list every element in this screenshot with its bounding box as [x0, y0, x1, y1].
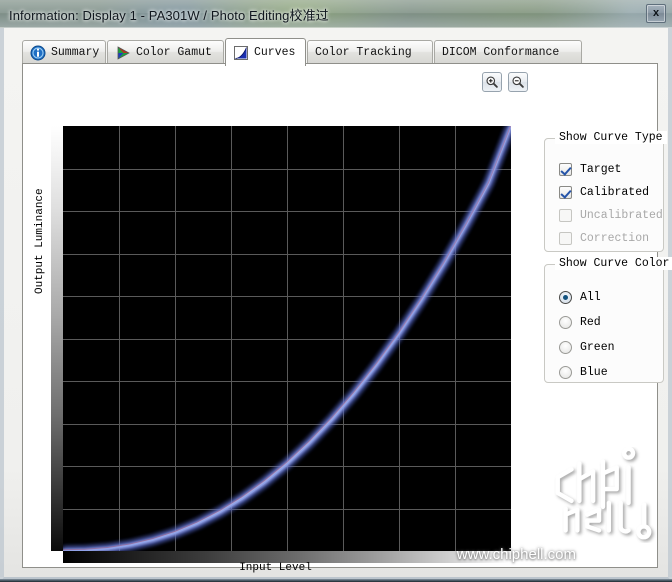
tab-color-tracking-label: Color Tracking — [315, 46, 412, 59]
information-window: Information: Display 1 - PA301W / Photo … — [0, 0, 672, 582]
tab-color-gamut-label: Color Gamut — [136, 46, 212, 59]
show-curve-color-title: Show Curve Color — [555, 257, 672, 270]
blue-radio[interactable] — [559, 365, 572, 379]
radio-row-red[interactable]: Red — [559, 314, 601, 330]
chart-y-axis-label: Output Luminance — [34, 188, 46, 294]
checkbox-row-calibrated[interactable]: Calibrated — [559, 184, 649, 200]
tab-dicom-conformance-label: DICOM Conformance — [442, 46, 560, 59]
checkbox-row-target[interactable]: Target — [559, 161, 621, 177]
checkbox-row-correction: Correction — [559, 230, 649, 246]
curves-tab-panel: Output Luminance Input Level Show Curve … — [22, 63, 672, 574]
window-body: Summary Color Gamut Curves Color Trackin… — [0, 28, 672, 582]
close-button[interactable]: x — [646, 4, 666, 23]
output-luminance-gradient-bar — [51, 126, 63, 551]
all-label: All — [580, 290, 601, 304]
color-triangle-icon — [115, 45, 131, 61]
correction-label: Correction — [580, 231, 650, 245]
calibrated-checkbox[interactable] — [559, 185, 572, 199]
green-radio[interactable] — [559, 340, 572, 354]
tab-color-gamut[interactable]: Color Gamut — [107, 40, 224, 64]
tab-strip: Summary Color Gamut Curves Color Trackin… — [22, 38, 657, 66]
tab-summary[interactable]: Summary — [22, 40, 106, 64]
radio-row-blue[interactable]: Blue — [559, 364, 608, 380]
zoom-out-icon — [512, 76, 524, 88]
show-curve-color-panel: Show Curve Color All Red Green Blue — [544, 257, 672, 383]
target-checkbox[interactable] — [559, 162, 572, 176]
uncalibrated-checkbox — [559, 208, 572, 222]
window-title: Information: Display 1 - PA301W / Photo … — [9, 8, 329, 23]
zoom-out-button[interactable] — [508, 72, 528, 92]
red-label: Red — [580, 315, 601, 329]
chart-x-axis-label: Input Level — [239, 562, 312, 574]
blue-label: Blue — [580, 365, 608, 379]
chart-plot-area[interactable] — [63, 126, 511, 551]
tab-curves[interactable]: Curves — [225, 38, 306, 66]
chart-gridlines — [63, 126, 511, 551]
red-radio[interactable] — [559, 315, 572, 329]
show-curve-type-title: Show Curve Type — [555, 131, 667, 144]
info-icon — [30, 45, 46, 61]
curves-icon — [233, 45, 249, 61]
radio-row-green[interactable]: Green — [559, 339, 615, 355]
zoom-in-icon — [486, 76, 498, 88]
tab-dicom-conformance[interactable]: DICOM Conformance — [434, 40, 582, 64]
calibrated-label: Calibrated — [580, 185, 650, 199]
window-titlebar: Information: Display 1 - PA301W / Photo … — [0, 0, 672, 28]
all-radio[interactable] — [559, 290, 572, 304]
tab-color-tracking[interactable]: Color Tracking — [307, 40, 433, 64]
curves-chart: Output Luminance Input Level — [23, 64, 528, 574]
correction-checkbox — [559, 231, 572, 245]
uncalibrated-label: Uncalibrated — [580, 208, 663, 222]
target-label: Target — [580, 162, 622, 176]
show-curve-type-panel: Show Curve Type Target Calibrated Uncali… — [544, 131, 667, 252]
green-label: Green — [580, 340, 615, 354]
zoom-in-button[interactable] — [482, 72, 502, 92]
zoom-button-group — [482, 72, 528, 92]
tab-summary-label: Summary — [51, 46, 100, 59]
chart-svg — [63, 126, 511, 551]
checkbox-row-uncalibrated: Uncalibrated — [559, 207, 663, 223]
tab-curves-label: Curves — [254, 46, 296, 59]
radio-row-all[interactable]: All — [559, 289, 601, 305]
